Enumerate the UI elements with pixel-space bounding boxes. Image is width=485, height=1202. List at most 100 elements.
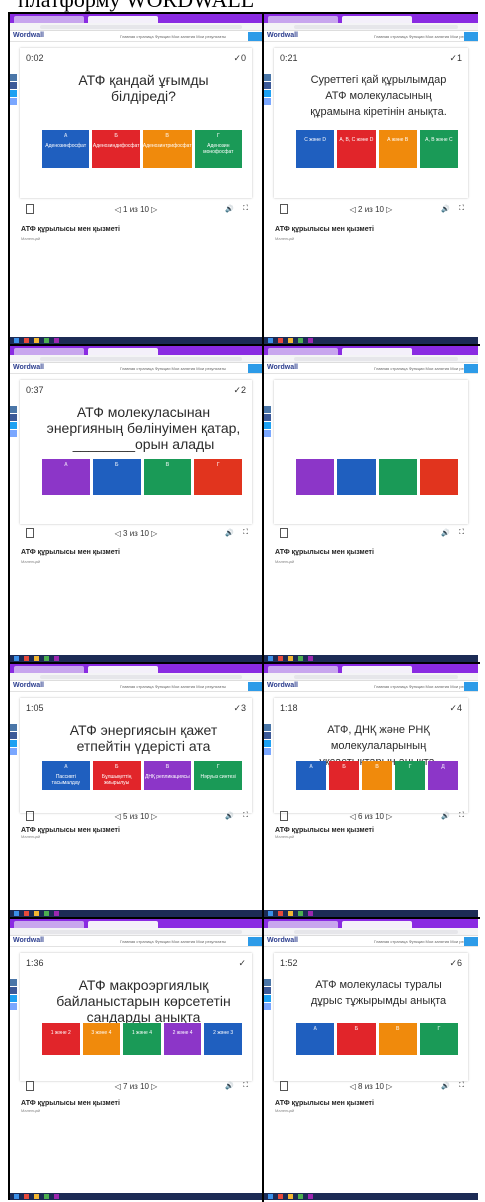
answer-option[interactable]: 1 және 4 [123, 1023, 161, 1055]
answer-option[interactable]: Г Аденозин монофосфат [194, 130, 243, 168]
sound-icon[interactable]: 🔊 [441, 812, 450, 820]
answer-option[interactable]: 3 және 4 [82, 1023, 121, 1055]
answer-option[interactable]: В [378, 1023, 417, 1055]
browser-tab[interactable] [268, 16, 338, 23]
facebook-icon[interactable] [264, 732, 271, 739]
answer-option[interactable]: 1 және 2 [42, 1023, 80, 1055]
start-icon[interactable] [14, 1194, 19, 1199]
site-nav-links[interactable]: Главная страница Функции Мои занятия Мои… [374, 939, 478, 944]
site-nav-links[interactable]: Главная страница Функции Мои занятия Мои… [374, 34, 478, 39]
browser-tab-active[interactable] [342, 921, 412, 928]
wordwall-logo[interactable]: Wordwall [13, 32, 44, 39]
answer-option[interactable]: А және В [378, 130, 417, 168]
signup-button[interactable] [464, 364, 478, 373]
address-bar[interactable] [10, 928, 262, 936]
answer-option[interactable]: Г [419, 1023, 458, 1055]
address-bar[interactable] [10, 673, 262, 681]
app-icon[interactable] [34, 1194, 39, 1199]
app-icon[interactable] [44, 911, 49, 916]
start-icon[interactable] [14, 656, 19, 661]
address-bar[interactable] [10, 355, 262, 363]
facebook-icon[interactable] [264, 414, 271, 421]
app-icon[interactable] [278, 338, 283, 343]
twitter-icon[interactable] [264, 740, 271, 747]
app-icon[interactable] [308, 1194, 313, 1199]
answer-option[interactable] [296, 459, 335, 495]
app-icon[interactable] [298, 338, 303, 343]
site-nav-links[interactable]: Главная страница Функции Мои занятия Мои… [120, 939, 226, 944]
twitter-icon[interactable] [10, 995, 17, 1002]
app-icon[interactable] [54, 911, 59, 916]
answer-option[interactable]: В [362, 761, 392, 790]
vk-icon[interactable] [10, 74, 17, 81]
app-icon[interactable] [34, 656, 39, 661]
signup-button[interactable] [248, 32, 262, 41]
facebook-icon[interactable] [10, 82, 17, 89]
browser-tab-active[interactable] [342, 16, 412, 23]
vk-icon[interactable] [264, 406, 271, 413]
fullscreen-icon[interactable]: ⛶ [243, 529, 248, 537]
app-icon[interactable] [34, 338, 39, 343]
answer-option[interactable]: 2 және 4 [163, 1023, 202, 1055]
sound-icon[interactable]: 🔊 [225, 812, 234, 820]
answer-option[interactable]: А, В, С және D [337, 130, 376, 168]
signup-button[interactable] [248, 364, 262, 373]
site-nav-links[interactable]: Главная страница Функции Мои занятия Мои… [374, 366, 478, 371]
app-icon[interactable] [288, 656, 293, 661]
app-icon[interactable] [298, 1194, 303, 1199]
wordwall-logo[interactable]: Wordwall [267, 364, 298, 371]
site-nav-links[interactable]: Главная страница Функции Мои занятия Мои… [120, 684, 226, 689]
app-icon[interactable] [308, 656, 313, 661]
app-icon[interactable] [298, 911, 303, 916]
app-icon[interactable] [278, 656, 283, 661]
app-icon[interactable] [44, 338, 49, 343]
page-indicator[interactable]: ◁ 8 из 10 ▷ [274, 1082, 468, 1091]
app-icon[interactable] [54, 656, 59, 661]
facebook-icon[interactable] [10, 414, 17, 421]
app-icon[interactable] [308, 911, 313, 916]
answer-option[interactable]: А Аденозинфосфат [42, 130, 90, 168]
app-icon[interactable] [44, 656, 49, 661]
vk-icon[interactable] [264, 979, 271, 986]
answer-option[interactable] [337, 459, 376, 495]
share-icon[interactable] [10, 1003, 17, 1010]
answer-option[interactable]: Г [194, 459, 242, 495]
browser-tab[interactable] [268, 666, 338, 673]
answer-option[interactable]: Б [92, 459, 141, 495]
answer-option[interactable]: А [296, 1023, 335, 1055]
facebook-icon[interactable] [10, 987, 17, 994]
twitter-icon[interactable] [10, 740, 17, 747]
address-bar[interactable] [264, 928, 478, 936]
menu-icon[interactable] [280, 528, 288, 538]
browser-tab[interactable] [14, 16, 84, 23]
app-icon[interactable] [298, 656, 303, 661]
vk-icon[interactable] [10, 406, 17, 413]
page-indicator[interactable]: ◁ 1 из 10 ▷ [20, 205, 252, 214]
sound-icon[interactable]: 🔊 [225, 1082, 234, 1090]
start-icon[interactable] [268, 338, 273, 343]
page-indicator[interactable]: ◁ 7 из 10 ▷ [20, 1082, 252, 1091]
answer-option[interactable]: А, В және С [419, 130, 458, 168]
signup-button[interactable] [248, 682, 262, 691]
browser-tab[interactable] [14, 348, 84, 355]
wordwall-logo[interactable]: Wordwall [13, 682, 44, 689]
wordwall-logo[interactable]: Wordwall [13, 937, 44, 944]
site-nav-links[interactable]: Главная страница Функции Мои занятия Мои… [120, 366, 226, 371]
share-icon[interactable] [264, 430, 271, 437]
share-icon[interactable] [10, 430, 17, 437]
start-icon[interactable] [268, 656, 273, 661]
answer-option[interactable]: А [42, 459, 90, 495]
site-nav-links[interactable]: Главная страница Функции Мои занятия Мои… [374, 684, 478, 689]
answer-option[interactable]: Г [395, 761, 425, 790]
sound-icon[interactable]: 🔊 [441, 529, 450, 537]
twitter-icon[interactable] [264, 422, 271, 429]
signup-button[interactable] [464, 937, 478, 946]
app-icon[interactable] [44, 1194, 49, 1199]
signup-button[interactable] [464, 682, 478, 691]
answer-option[interactable]: В Аденозинтрифосфат [142, 130, 192, 168]
fullscreen-icon[interactable]: ⛶ [459, 1082, 464, 1090]
page-indicator[interactable]: ◁ 3 из 10 ▷ [20, 529, 252, 538]
answer-option[interactable]: В ДНҚ репликациясы [143, 761, 192, 790]
browser-tab[interactable] [268, 348, 338, 355]
start-icon[interactable] [14, 911, 19, 916]
